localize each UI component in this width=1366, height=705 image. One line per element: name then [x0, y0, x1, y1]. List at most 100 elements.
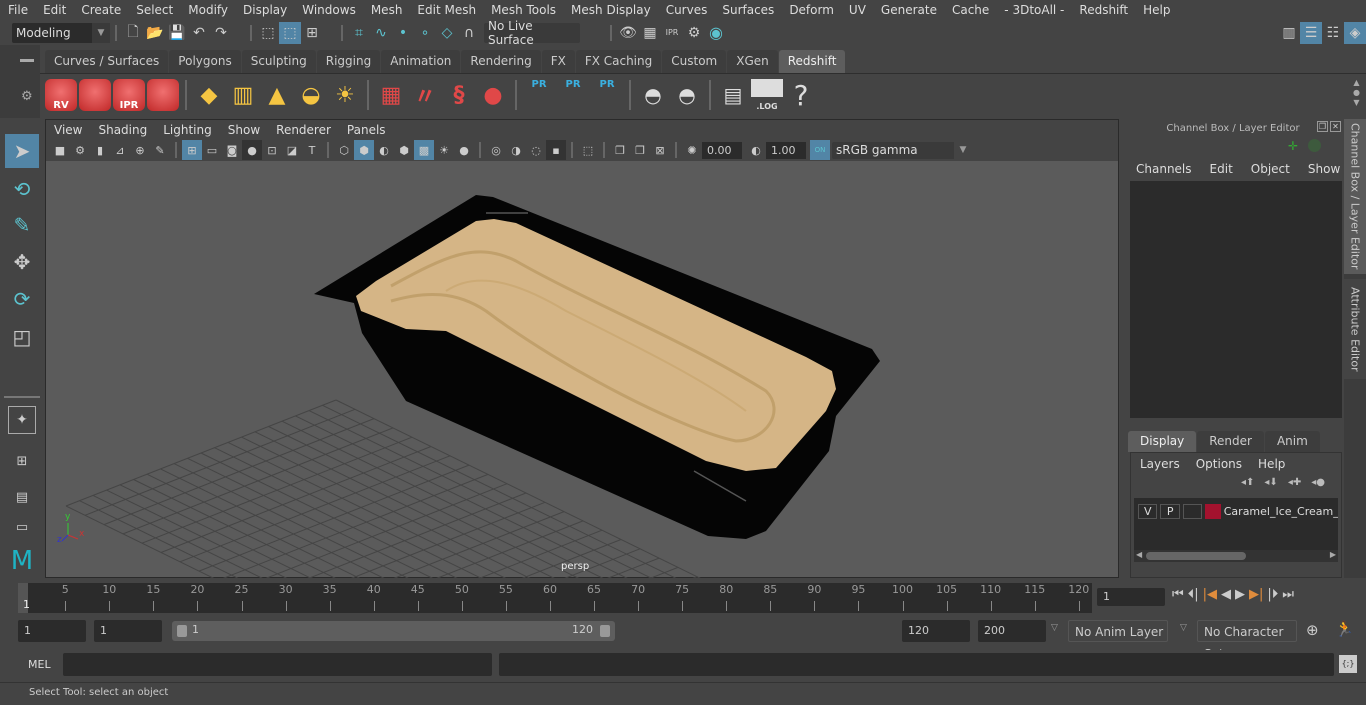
- menu-edit-mesh[interactable]: Edit Mesh: [409, 3, 483, 17]
- viewport-menu-lighting[interactable]: Lighting: [155, 123, 220, 137]
- menu-display[interactable]: Display: [235, 3, 294, 17]
- log-icon[interactable]: .LOG: [751, 79, 783, 111]
- step-back-key-icon[interactable]: |◀: [1203, 587, 1217, 602]
- shadows-icon[interactable]: ●: [454, 140, 474, 160]
- command-language[interactable]: MEL: [28, 658, 51, 671]
- shelf-tab-custom[interactable]: Custom: [662, 50, 727, 73]
- script-editor-icon[interactable]: ▤: [717, 79, 749, 111]
- open-scene-icon[interactable]: 📂: [144, 22, 166, 44]
- snap-view-plane-icon[interactable]: ∘: [414, 22, 436, 44]
- chevron-down-icon[interactable]: ▽: [1051, 623, 1058, 633]
- shelf-tab-curves-surfaces[interactable]: Curves / Surfaces: [45, 50, 169, 73]
- xray-joints-icon[interactable]: ⊠: [650, 140, 670, 160]
- menu-cache[interactable]: Cache: [944, 3, 996, 17]
- side-tab-channel-box[interactable]: Channel Box / Layer Editor: [1344, 119, 1366, 274]
- channel-list[interactable]: [1130, 181, 1342, 418]
- shelf-tab-rendering[interactable]: Rendering: [461, 50, 541, 73]
- safe-title-icon[interactable]: T: [302, 140, 322, 160]
- layer-color-swatch[interactable]: [1205, 503, 1221, 519]
- layer-horizontal-scrollbar[interactable]: ◀ ▶: [1134, 550, 1338, 562]
- start-time-field[interactable]: 1: [18, 620, 86, 642]
- channel-box-icon[interactable]: ◈: [1344, 21, 1366, 44]
- isolate-select-icon[interactable]: ⬚: [578, 140, 598, 160]
- redo-icon[interactable]: ↷: [210, 22, 232, 44]
- safe-action-icon[interactable]: ◪: [282, 140, 302, 160]
- render-sequence-icon[interactable]: [79, 79, 111, 111]
- menu-modify[interactable]: Modify: [180, 3, 235, 17]
- menu-deform[interactable]: Deform: [781, 3, 841, 17]
- viewport-menu-show[interactable]: Show: [220, 123, 268, 137]
- anti-aliasing-icon[interactable]: ◌: [526, 140, 546, 160]
- shelf-settings-icon[interactable]: ⚙: [21, 89, 33, 104]
- layer-menu-layers[interactable]: Layers: [1140, 457, 1180, 471]
- channel-menu-channels[interactable]: Channels: [1136, 162, 1192, 176]
- persp-outliner-layout-icon[interactable]: ▤: [5, 480, 39, 514]
- layer-visibility-toggle[interactable]: V: [1138, 503, 1158, 519]
- layer-menu-help[interactable]: Help: [1258, 457, 1285, 471]
- side-tab-attribute-editor[interactable]: Attribute Editor: [1344, 279, 1366, 379]
- layer-menu-options[interactable]: Options: [1196, 457, 1242, 471]
- menu-select[interactable]: Select: [128, 3, 180, 17]
- viewport-persp[interactable]: View Shading Lighting Show Renderer Panels ■ …: [45, 119, 1119, 579]
- tool-settings-icon[interactable]: ☷: [1322, 22, 1344, 44]
- paint-select-tool-icon[interactable]: ✎: [5, 208, 39, 242]
- menu-create[interactable]: Create: [73, 3, 128, 17]
- render-frame-icon[interactable]: ▦: [639, 22, 661, 44]
- rs-sun-sky-icon[interactable]: ☀: [329, 79, 361, 111]
- shelf-tab-xgen[interactable]: XGen: [727, 50, 778, 73]
- bake-multiple-icon[interactable]: ◓: [637, 79, 669, 111]
- rs-settings-icon[interactable]: [147, 79, 179, 111]
- live-surface-field[interactable]: No Live Surface: [484, 19, 580, 47]
- menu-edit[interactable]: Edit: [35, 3, 73, 17]
- go-to-end-icon[interactable]: ⏭: [1282, 587, 1294, 602]
- use-all-lights-icon[interactable]: ☀: [434, 140, 454, 160]
- pr-convert-icon[interactable]: PR: [591, 79, 623, 111]
- ipr-icon[interactable]: IPR: [113, 79, 145, 111]
- bake-icon[interactable]: ◓: [671, 79, 703, 111]
- make-live-icon[interactable]: ∩: [458, 22, 480, 44]
- go-to-start-icon[interactable]: ⏮: [1172, 587, 1184, 602]
- select-object-icon[interactable]: ⬚: [279, 21, 301, 44]
- select-hierarchy-icon[interactable]: ⬚: [257, 22, 279, 44]
- screen-space-ao-icon[interactable]: ◎: [486, 140, 506, 160]
- layer-row[interactable]: V P Caramel_Ice_Cream_Tray: [1134, 502, 1338, 520]
- menu-redshift[interactable]: Redshift: [1071, 3, 1135, 17]
- layer-display-type-toggle[interactable]: [1182, 503, 1203, 519]
- rs-portal-light-icon[interactable]: ▥: [227, 79, 259, 111]
- exposure-field[interactable]: 0.00: [702, 141, 742, 159]
- range-slider[interactable]: 1 120: [172, 621, 615, 641]
- shelf-tab-polygons[interactable]: Polygons: [169, 50, 241, 73]
- move-layer-down-icon[interactable]: ◂⬇: [1264, 477, 1277, 488]
- playback-start-field[interactable]: 1: [94, 620, 162, 642]
- xray-icon[interactable]: ❐: [610, 140, 630, 160]
- wireframe-on-shaded-icon[interactable]: ⬢: [394, 140, 414, 160]
- lasso-tool-icon[interactable]: ⟲: [5, 172, 39, 206]
- speed-icon[interactable]: [1308, 139, 1321, 152]
- rs-sphere-icon[interactable]: ●: [477, 79, 509, 111]
- layer-name[interactable]: Caramel_Ice_Cream_Tray: [1224, 505, 1338, 518]
- current-frame-field[interactable]: 1: [1097, 588, 1165, 606]
- rs-volume-icon[interactable]: §: [443, 79, 475, 111]
- default-material-icon[interactable]: ◐: [374, 140, 394, 160]
- undo-icon[interactable]: ↶: [188, 22, 210, 44]
- menu-mesh-display[interactable]: Mesh Display: [563, 3, 658, 17]
- four-view-layout-icon[interactable]: ⊞: [5, 444, 39, 478]
- camera-icon[interactable]: ■: [50, 140, 70, 160]
- render-view-icon[interactable]: 👁: [617, 22, 639, 44]
- chevron-down-icon[interactable]: ▽: [1180, 623, 1187, 633]
- mode-selector[interactable]: Modeling ▼: [12, 22, 110, 43]
- gate-mask-icon[interactable]: ●: [242, 140, 262, 160]
- new-layer-selected-icon[interactable]: ◂●: [1311, 477, 1325, 488]
- end-time-field[interactable]: 200: [978, 620, 1046, 642]
- 2d-pan-zoom-icon[interactable]: ⊕: [130, 140, 150, 160]
- help-icon[interactable]: ?: [785, 79, 817, 112]
- textured-icon[interactable]: ▩: [414, 140, 434, 160]
- bookmark-icon[interactable]: ▮: [90, 140, 110, 160]
- range-min-handle[interactable]: [177, 625, 187, 637]
- motion-blur-icon[interactable]: ◑: [506, 140, 526, 160]
- play-backwards-icon[interactable]: ◀: [1221, 587, 1231, 602]
- manipulator-icon[interactable]: ✛: [1288, 139, 1298, 153]
- character-set-dropdown[interactable]: No Character Set: [1197, 620, 1297, 661]
- wireframe-icon[interactable]: ⬡: [334, 140, 354, 160]
- menu-mesh[interactable]: Mesh: [363, 3, 410, 17]
